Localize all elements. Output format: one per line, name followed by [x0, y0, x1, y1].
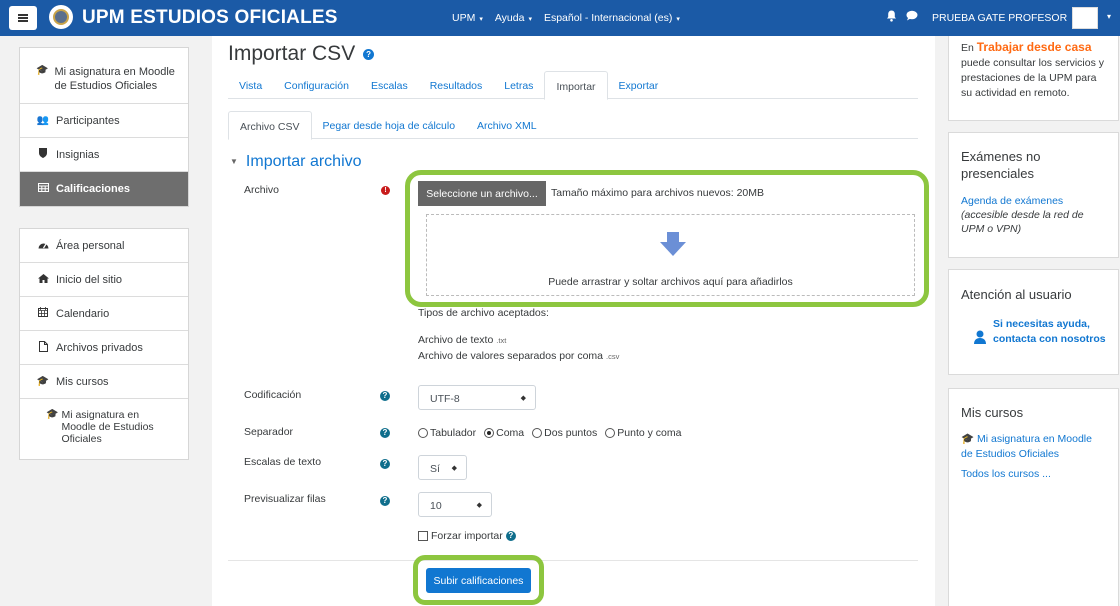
support-link[interactable]: Si necesitas ayuda, contacta con nosotro… [961, 317, 1106, 347]
menu-upm[interactable]: UPM ▾ [452, 12, 483, 24]
grade-tabs: Vista Configuración Escalas Resultados L… [228, 71, 918, 100]
shield-icon [36, 148, 50, 161]
graduation-cap-icon: 🎓 [36, 65, 49, 76]
subtab-xml[interactable]: Archivo XML [466, 111, 548, 139]
chevron-down-icon: ▼ [230, 157, 238, 167]
radio-punto-y-coma[interactable]: Punto y coma [605, 427, 681, 439]
user-icon [974, 330, 986, 344]
subtab-csv[interactable]: Archivo CSV [228, 111, 312, 140]
tab-resultados[interactable]: Resultados [419, 71, 494, 99]
menu-toggle-button[interactable] [9, 6, 37, 30]
text-scales-select[interactable]: Sí ◆ [418, 455, 467, 480]
course-link[interactable]: 🎓 Mi asignatura en Moodle de Estudios Of… [961, 432, 1106, 462]
nav-item-my-courses[interactable]: 🎓 Mis cursos [20, 365, 188, 399]
help-icon[interactable]: ? [380, 496, 390, 506]
separator-label: Separador [244, 426, 294, 438]
nav-item-dashboard[interactable]: Área personal [20, 229, 188, 263]
encoding-label: Codificación [244, 389, 302, 401]
top-navbar: UPM ESTUDIOS OFICIALES UPM ▾ Ayuda ▾ Españ… [0, 0, 1120, 36]
user-name[interactable]: PRUEBA GATE PROFESOR [932, 12, 1067, 24]
menu-language[interactable]: Español - Internacional (es) ▾ [544, 12, 680, 24]
required-icon: ! [381, 186, 390, 195]
tab-vista[interactable]: Vista [228, 71, 273, 99]
home-icon [36, 273, 50, 286]
file-icon [36, 340, 50, 355]
avatar[interactable] [1072, 7, 1098, 29]
highlight-frame [405, 170, 929, 307]
help-icon[interactable]: ? [363, 48, 375, 60]
block-title: Atención al usuario [961, 287, 1072, 302]
preview-rows-select[interactable]: 10 ◆ [418, 492, 492, 517]
bell-icon[interactable] [886, 10, 897, 25]
brand-title[interactable]: UPM ESTUDIOS OFICIALES [82, 7, 338, 29]
nav-subitem-course[interactable]: 🎓 Mi asignatura en Moodle de Estudios Of… [20, 399, 188, 459]
radio-tabulador[interactable]: Tabulador [418, 427, 476, 439]
nav-item-course[interactable]: 🎓 Mi asignatura en Moodle de Estudios Of… [20, 48, 188, 104]
graduation-cap-icon: 🎓 [46, 409, 59, 420]
all-courses-link[interactable]: Todos los cursos ... [961, 467, 1106, 482]
chat-icon[interactable] [906, 10, 918, 24]
help-icon[interactable]: ? [380, 428, 390, 438]
select-arrow-icon: ◆ [476, 502, 482, 509]
select-arrow-icon: ◆ [520, 395, 526, 402]
calendar-icon [36, 307, 50, 320]
exam-note: (accesible desde la red de UPM o VPN) [961, 209, 1084, 235]
section-toggle[interactable]: ▼ Importar archivo [230, 153, 362, 171]
support-block: Atención al usuario Si necesitas ayuda, … [948, 269, 1119, 375]
site-nav: Área personal Inicio del sitio Calendari… [19, 228, 189, 460]
help-icon[interactable]: ? [380, 391, 390, 401]
page-title: Importar CSV ? [228, 42, 375, 66]
file-label: Archivo [244, 184, 280, 196]
main-content: Importar CSV ? Vista Configuración Escal… [212, 36, 935, 606]
tab-letras[interactable]: Letras [493, 71, 544, 99]
text-scales-label: Escalas de texto [244, 456, 322, 468]
nav-item-badges[interactable]: Insignias [20, 138, 188, 172]
accepted-type: Archivo de valores separados por coma .cs… [418, 350, 620, 362]
divider [228, 560, 918, 561]
radio-coma[interactable]: Coma [484, 427, 524, 439]
block-title: Mis cursos [961, 405, 1024, 420]
separator-radios: Tabulador Coma Dos puntos Punto y coma [418, 427, 681, 439]
top-menu: UPM ▾ Ayuda ▾ Español - Internacional (es)… [452, 12, 680, 24]
tab-exportar[interactable]: Exportar [608, 71, 670, 99]
exams-block: Exámenes no presenciales Agenda de exáme… [948, 132, 1119, 258]
nav-item-calendar[interactable]: Calendario [20, 297, 188, 331]
radio-dos-puntos[interactable]: Dos puntos [532, 427, 597, 439]
highlight-frame [413, 555, 544, 605]
force-import-row: Forzar importar ? [418, 530, 516, 542]
tab-escalas[interactable]: Escalas [360, 71, 419, 99]
graduation-cap-icon: 🎓 [36, 376, 50, 387]
graduation-cap-icon: 🎓 [961, 433, 977, 445]
exam-agenda-link[interactable]: Agenda de exámenes [961, 194, 1106, 208]
upm-logo[interactable] [49, 5, 73, 29]
block-title: Exámenes no presenciales [961, 149, 1041, 181]
import-subtabs: Archivo CSV Pegar desde hoja de cálculo … [228, 111, 918, 140]
menu-ayuda[interactable]: Ayuda ▾ [495, 12, 532, 24]
accepted-types-title: Tipos de archivo aceptados: [418, 307, 549, 319]
my-courses-block: Mis cursos 🎓 Mi asignatura en Moodle de … [948, 388, 1119, 606]
force-import-checkbox[interactable] [418, 531, 428, 541]
help-icon[interactable]: ? [380, 459, 390, 469]
remote-work-block: En Trabajar desde casa puede consultar l… [948, 36, 1119, 121]
nav-item-private-files[interactable]: Archivos privados [20, 331, 188, 365]
subtab-paste[interactable]: Pegar desde hoja de cálculo [312, 111, 467, 139]
chevron-down-icon[interactable]: ▾ [1107, 12, 1111, 21]
dashboard-icon [36, 240, 50, 252]
nav-item-participants[interactable]: 👥 Participantes [20, 104, 188, 138]
tab-configuracion[interactable]: Configuración [273, 71, 360, 99]
encoding-select[interactable]: UTF-8 ◆ [418, 385, 536, 410]
select-arrow-icon: ◆ [451, 465, 457, 472]
preview-rows-label: Previsualizar filas [244, 493, 326, 505]
table-icon [36, 183, 50, 195]
remote-work-link[interactable]: Trabajar desde casa [977, 40, 1092, 54]
nav-item-grades[interactable]: Calificaciones [20, 172, 188, 206]
users-icon: 👥 [36, 115, 50, 126]
accepted-type: Archivo de texto .txt [418, 334, 507, 346]
hamburger-icon [18, 17, 28, 19]
tab-importar[interactable]: Importar [544, 71, 608, 100]
nav-item-home[interactable]: Inicio del sitio [20, 263, 188, 297]
course-nav: 🎓 Mi asignatura en Moodle de Estudios Of… [19, 47, 189, 207]
help-icon[interactable]: ? [505, 531, 516, 541]
